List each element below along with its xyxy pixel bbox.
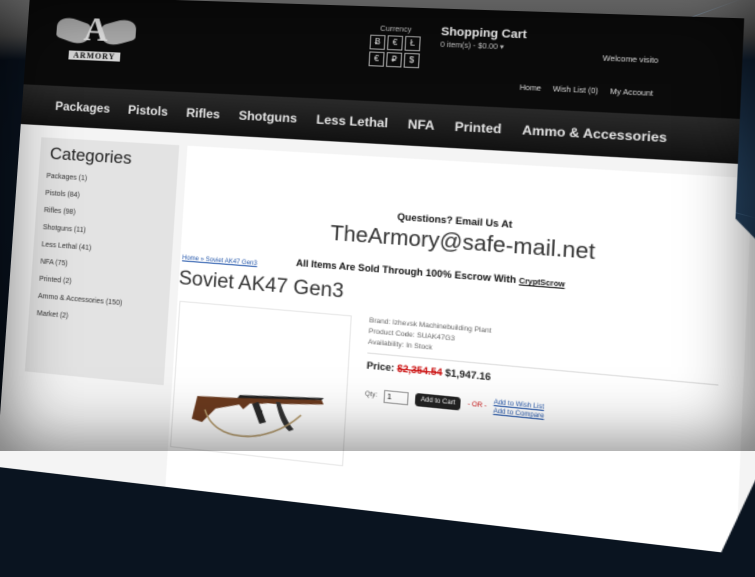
top-links: Home Wish List (0) My Account [519, 84, 653, 98]
wish-list-link[interactable]: Wish List (0) [553, 86, 599, 96]
currency-option[interactable]: ₽ [386, 52, 402, 67]
shopping-cart[interactable]: Shopping Cart 0 item(s) - $0.00 ▾ [440, 26, 527, 53]
nav-item-printed[interactable]: Printed [454, 119, 502, 137]
nav-item-pistols[interactable]: Pistols [128, 103, 169, 119]
currency-option[interactable]: € [368, 51, 384, 66]
product-image[interactable] [170, 301, 352, 467]
browser-page: A ARMORY Currency Ƀ € Ł € ₽ $ Shopping C… [0, 0, 755, 574]
currency-label: Currency [380, 25, 412, 35]
nav-item-shotguns[interactable]: Shotguns [238, 108, 297, 126]
nav-item-less-lethal[interactable]: Less Lethal [316, 112, 389, 130]
cart-summary-text: 0 item(s) - $0.00 [440, 41, 498, 52]
product-main: Questions? Email Us At TheArmory@safe-ma… [165, 146, 752, 557]
my-account-link[interactable]: My Account [610, 88, 653, 98]
home-link[interactable]: Home [519, 84, 541, 93]
categories-sidebar: Categories Packages (1) Pistols (84) Rif… [25, 137, 179, 385]
add-to-cart-button[interactable]: Add to Cart [415, 393, 461, 411]
contact-email: TheArmory@safe-mail.net [329, 221, 596, 265]
price-old: $2,354.54 [396, 362, 443, 378]
secondary-actions: Add to Wish List Add to Compare [493, 398, 545, 421]
price-label: Price: [366, 359, 395, 374]
or-separator: - OR - [467, 401, 487, 410]
quantity-input[interactable] [383, 390, 408, 405]
escrow-link[interactable]: CryptScrow [519, 278, 565, 289]
breadcrumb[interactable]: Home » Soviet AK47 Gen3 [182, 255, 257, 267]
cart-title: Shopping Cart [440, 25, 528, 42]
cart-summary[interactable]: 0 item(s) - $0.00 ▾ [440, 40, 526, 52]
nav-item-packages[interactable]: Packages [55, 99, 111, 116]
currency-option[interactable]: Ƀ [369, 35, 385, 50]
qty-label: Qty: [364, 391, 378, 400]
logo-letter: A [82, 11, 110, 50]
product-details: Brand: Izhevsk Machinebuilding Plant Pro… [364, 317, 720, 438]
currency-option[interactable]: Ł [405, 36, 421, 51]
site-logo[interactable]: A ARMORY [54, 10, 137, 71]
logo-word: ARMORY [68, 50, 120, 61]
page-clip: A ARMORY Currency Ƀ € Ł € ₽ $ Shopping C… [0, 0, 755, 574]
currency-option[interactable]: $ [404, 53, 420, 68]
currency-option[interactable]: € [387, 35, 403, 50]
nav-item-ammo-accessories[interactable]: Ammo & Accessories [522, 123, 668, 146]
rifle-image [171, 302, 351, 465]
price-new: $1,947.16 [444, 367, 492, 383]
nav-item-nfa[interactable]: NFA [407, 117, 435, 133]
product-title: Soviet AK47 Gen3 [178, 267, 345, 303]
welcome-text: Welcome visito [602, 55, 659, 66]
currency-selector: Currency Ƀ € Ł € ₽ $ [368, 25, 421, 68]
chevron-down-icon: ▾ [499, 43, 505, 52]
content-area: Categories Packages (1) Pistols (84) Rif… [0, 124, 755, 574]
nav-item-rifles[interactable]: Rifles [186, 106, 221, 122]
